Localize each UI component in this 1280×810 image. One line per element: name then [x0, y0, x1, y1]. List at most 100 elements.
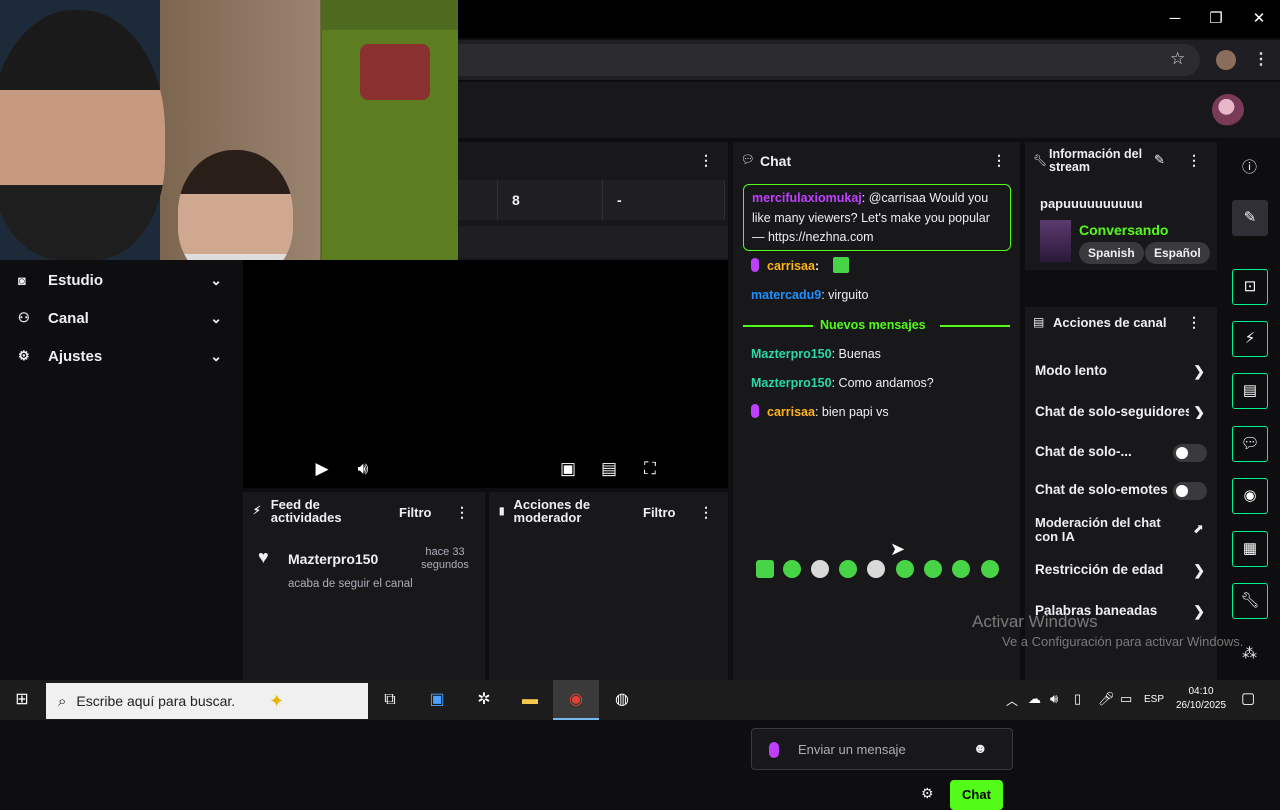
- nav-item-estudio[interactable]: ◙ Estudio ⌄: [0, 262, 240, 298]
- emote-picker-icon[interactable]: ☻: [973, 740, 988, 756]
- network-icon[interactable]: ▭: [1120, 691, 1132, 707]
- event-time: hace 33 segundos: [421, 546, 469, 571]
- channel-icon: ⚇: [18, 310, 30, 325]
- action-ai-moderation[interactable]: Moderación del chat con IA: [1035, 516, 1185, 544]
- chat-bubble-icon[interactable]: 💬︎: [1232, 426, 1268, 462]
- activity-filter-button[interactable]: Filtro: [399, 505, 432, 520]
- cloud-icon[interactable]: ☁: [1028, 691, 1041, 707]
- wrench-icon[interactable]: 🔧︎: [1232, 583, 1268, 619]
- category-thumbnail[interactable]: [1040, 220, 1071, 262]
- emote-icon[interactable]: [981, 560, 999, 578]
- obs-icon[interactable]: ◍: [610, 688, 634, 712]
- emote-icon[interactable]: [896, 560, 914, 578]
- chat-more-icon[interactable]: ⋮: [992, 152, 1006, 169]
- external-link-icon[interactable]: ⬈: [1193, 521, 1204, 537]
- emote-icon[interactable]: [811, 560, 829, 578]
- microphone-icon[interactable]: 🎤︎: [1098, 691, 1115, 707]
- chat-settings-icon[interactable]: ⚙: [921, 785, 934, 802]
- chat-bubble-icon: 💬︎: [741, 154, 755, 166]
- chat-input-placeholder: Enviar un mensaje: [798, 742, 906, 757]
- channel-actions-more-icon[interactable]: ⋮: [1187, 314, 1201, 331]
- store-icon[interactable]: ▣: [425, 688, 449, 712]
- maximize-icon[interactable]: ❐: [1201, 8, 1231, 30]
- info-icon[interactable]: ⓘ: [1242, 156, 1257, 177]
- event-user[interactable]: Mazterpro150: [288, 551, 378, 567]
- user-avatar[interactable]: [1212, 94, 1244, 126]
- channel-actions-icon[interactable]: ▦: [1232, 531, 1268, 567]
- stats-more-icon[interactable]: ⋮: [699, 152, 713, 169]
- emotes-only-toggle[interactable]: [1173, 482, 1207, 500]
- chevron-right-icon: ❯: [1193, 363, 1205, 379]
- notifications-icon[interactable]: ▢: [1241, 689, 1255, 707]
- stream-info-more-icon[interactable]: ⋮: [1187, 152, 1201, 169]
- focus-icon[interactable]: ⊡: [1232, 269, 1268, 305]
- action-slow-mode[interactable]: Modo lento ❯: [1035, 363, 1211, 379]
- chat-username[interactable]: carrisaa: [767, 405, 815, 419]
- phone-icon[interactable]: ▯: [1074, 691, 1081, 707]
- tag-chip[interactable]: Español: [1145, 242, 1210, 264]
- stats-footer: [458, 226, 728, 258]
- activation-watermark-subtitle: Ve a Configuración para activar Windows.: [1002, 634, 1244, 649]
- speaker-icon[interactable]: 🔊︎: [1050, 691, 1058, 707]
- mod-actions-panel: ▮ Acciones de moderador Filtro ⋮: [489, 492, 728, 680]
- task-view-icon[interactable]: ⧉: [378, 688, 402, 712]
- video-player[interactable]: [243, 260, 728, 488]
- mod-more-icon[interactable]: ⋮: [699, 504, 713, 521]
- emote-icon[interactable]: [839, 560, 857, 578]
- activity-more-icon[interactable]: ⋮: [455, 504, 469, 521]
- language-indicator[interactable]: ESP: [1144, 694, 1164, 705]
- windows-start-icon[interactable]: ⊞: [10, 688, 34, 712]
- divider: [743, 325, 813, 327]
- clock[interactable]: 04:10 26/10/2025: [1172, 685, 1230, 713]
- fullscreen-icon[interactable]: ⛶: [637, 458, 663, 480]
- chat-username[interactable]: Mazterpro150: [751, 347, 832, 361]
- bookmark-star-icon[interactable]: ☆: [1170, 49, 1185, 69]
- webcam-person: [0, 10, 165, 260]
- chat-send-button[interactable]: Chat: [950, 780, 1003, 810]
- emote-icon[interactable]: [783, 560, 801, 578]
- tray-expand-icon[interactable]: ︿: [1006, 692, 1018, 709]
- chevron-right-icon: ❯: [1189, 404, 1205, 419]
- action-followers-only[interactable]: Chat de solo-seguidores ❯: [1035, 404, 1211, 419]
- mic-badge-icon: [769, 742, 779, 758]
- info-column: 🔧︎ Información del stream ✎ ⋮ papuuuuuuu…: [1025, 142, 1217, 680]
- chrome-icon[interactable]: ◉: [564, 688, 588, 712]
- minimize-icon[interactable]: ─: [1160, 8, 1190, 30]
- chatgpt-icon[interactable]: ✲: [472, 688, 496, 712]
- volume-icon[interactable]: 🔊︎: [350, 458, 376, 480]
- action-age-restriction[interactable]: Restricción de edad ❯: [1035, 562, 1211, 578]
- browser-menu-icon[interactable]: ⋮: [1253, 49, 1269, 69]
- apps-icon[interactable]: ⁂: [1242, 644, 1257, 662]
- edit-pencil-icon[interactable]: ✎: [1154, 152, 1165, 168]
- address-bar[interactable]: [458, 44, 1200, 76]
- chat-username[interactable]: Mazterpro150: [751, 376, 832, 390]
- nav-item-ajustes[interactable]: ⚙ Ajustes ⌄: [0, 338, 240, 374]
- emote-icon[interactable]: [924, 560, 942, 578]
- chat-username[interactable]: matercadu9: [751, 288, 821, 302]
- mod-filter-button[interactable]: Filtro: [643, 505, 676, 520]
- search-icon: ⌕: [58, 692, 67, 710]
- taskbar-search[interactable]: ⌕ Escribe aquí para buscar. ✦: [46, 683, 368, 719]
- emote-icon[interactable]: [756, 560, 774, 578]
- chat-username[interactable]: carrisaa: [767, 259, 815, 273]
- edit-pencil-icon[interactable]: ✎: [1232, 200, 1268, 236]
- picture-in-picture-icon[interactable]: ▣: [555, 458, 581, 480]
- broadcast-icon[interactable]: ◉: [1232, 478, 1268, 514]
- profile-avatar-icon[interactable]: [1216, 50, 1236, 70]
- document-icon[interactable]: ▤: [1232, 373, 1268, 409]
- nav-item-canal[interactable]: ⚇ Canal ⌄: [0, 300, 240, 336]
- tag-chip[interactable]: Spanish: [1079, 242, 1144, 264]
- play-icon[interactable]: ▶: [309, 458, 335, 480]
- emote-icon[interactable]: [952, 560, 970, 578]
- chat-message: carrisaa:: [751, 257, 849, 276]
- bolt-icon[interactable]: ⚡︎: [1232, 321, 1268, 357]
- file-explorer-icon[interactable]: ▬: [518, 688, 542, 712]
- category-name[interactable]: Conversando: [1079, 222, 1168, 238]
- clock-time: 04:10: [1188, 686, 1214, 697]
- chat-username[interactable]: mercifulaxiomukaj: [752, 191, 862, 205]
- divider: [940, 325, 1010, 327]
- emote-icon[interactable]: [867, 560, 885, 578]
- subs-only-toggle[interactable]: [1173, 444, 1207, 462]
- theatre-mode-icon[interactable]: ▤: [596, 458, 622, 480]
- close-icon[interactable]: ✕: [1244, 8, 1274, 30]
